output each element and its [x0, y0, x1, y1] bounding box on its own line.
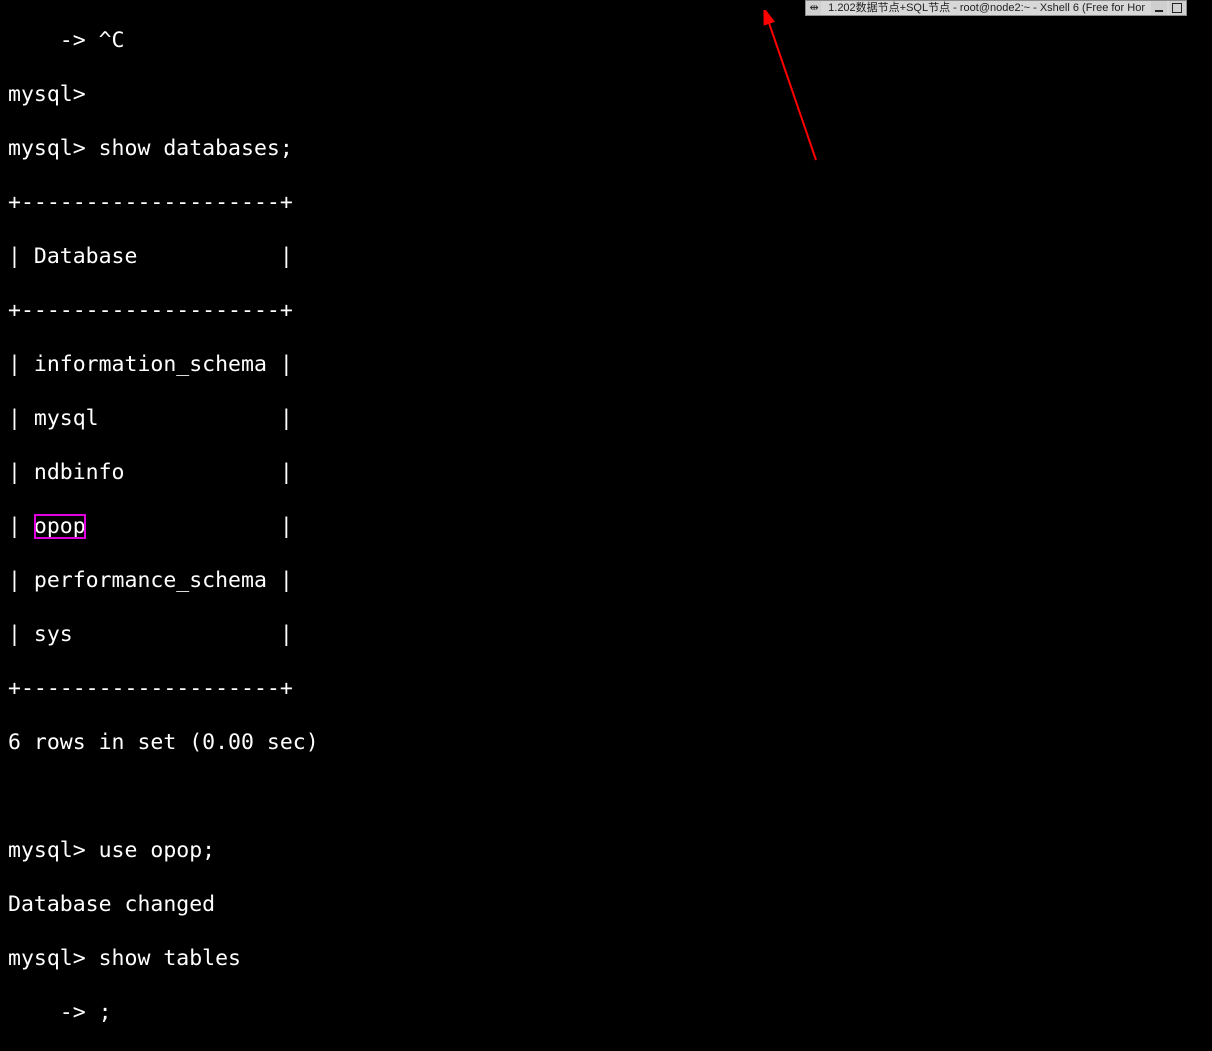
- term-line: | Database |: [8, 244, 293, 269]
- term-line: -> ^C: [8, 28, 125, 53]
- minimize-button[interactable]: [1151, 1, 1167, 15]
- term-line: Database changed: [8, 892, 215, 917]
- term-line: mysql> use opop;: [8, 838, 215, 863]
- term-line: mysql> show databases;: [8, 136, 293, 161]
- term-line: | sys |: [8, 622, 293, 647]
- annotation-arrow: [686, 10, 886, 190]
- restore-button[interactable]: [1169, 1, 1185, 15]
- terminal-output[interactable]: -> ^C mysql> mysql> show databases; +---…: [8, 0, 707, 1051]
- highlighted-db-opop: opop: [34, 514, 86, 539]
- term-line: mysql> show tables: [8, 946, 241, 971]
- term-line: 6 rows in set (0.00 sec): [8, 730, 319, 755]
- term-line: +--------------------+: [8, 190, 293, 215]
- term-line: | information_schema |: [8, 352, 293, 377]
- term-line: -> ;: [8, 1000, 112, 1025]
- term-line: mysql>: [8, 82, 99, 107]
- pin-icon[interactable]: ⇹: [807, 1, 821, 15]
- xshell-titlebar: ⇹ 1.202数据节点+SQL节点 - root@node2:~ - Xshel…: [805, 0, 1187, 16]
- term-line: | performance_schema |: [8, 568, 293, 593]
- term-line: | opop |: [8, 514, 293, 539]
- term-line: +--------------------+: [8, 298, 293, 323]
- window-title: 1.202数据节点+SQL节点 - root@node2:~ - Xshell …: [824, 0, 1149, 22]
- term-line: | ndbinfo |: [8, 460, 293, 485]
- term-line: +--------------------+: [8, 676, 293, 701]
- term-line: | mysql |: [8, 406, 293, 431]
